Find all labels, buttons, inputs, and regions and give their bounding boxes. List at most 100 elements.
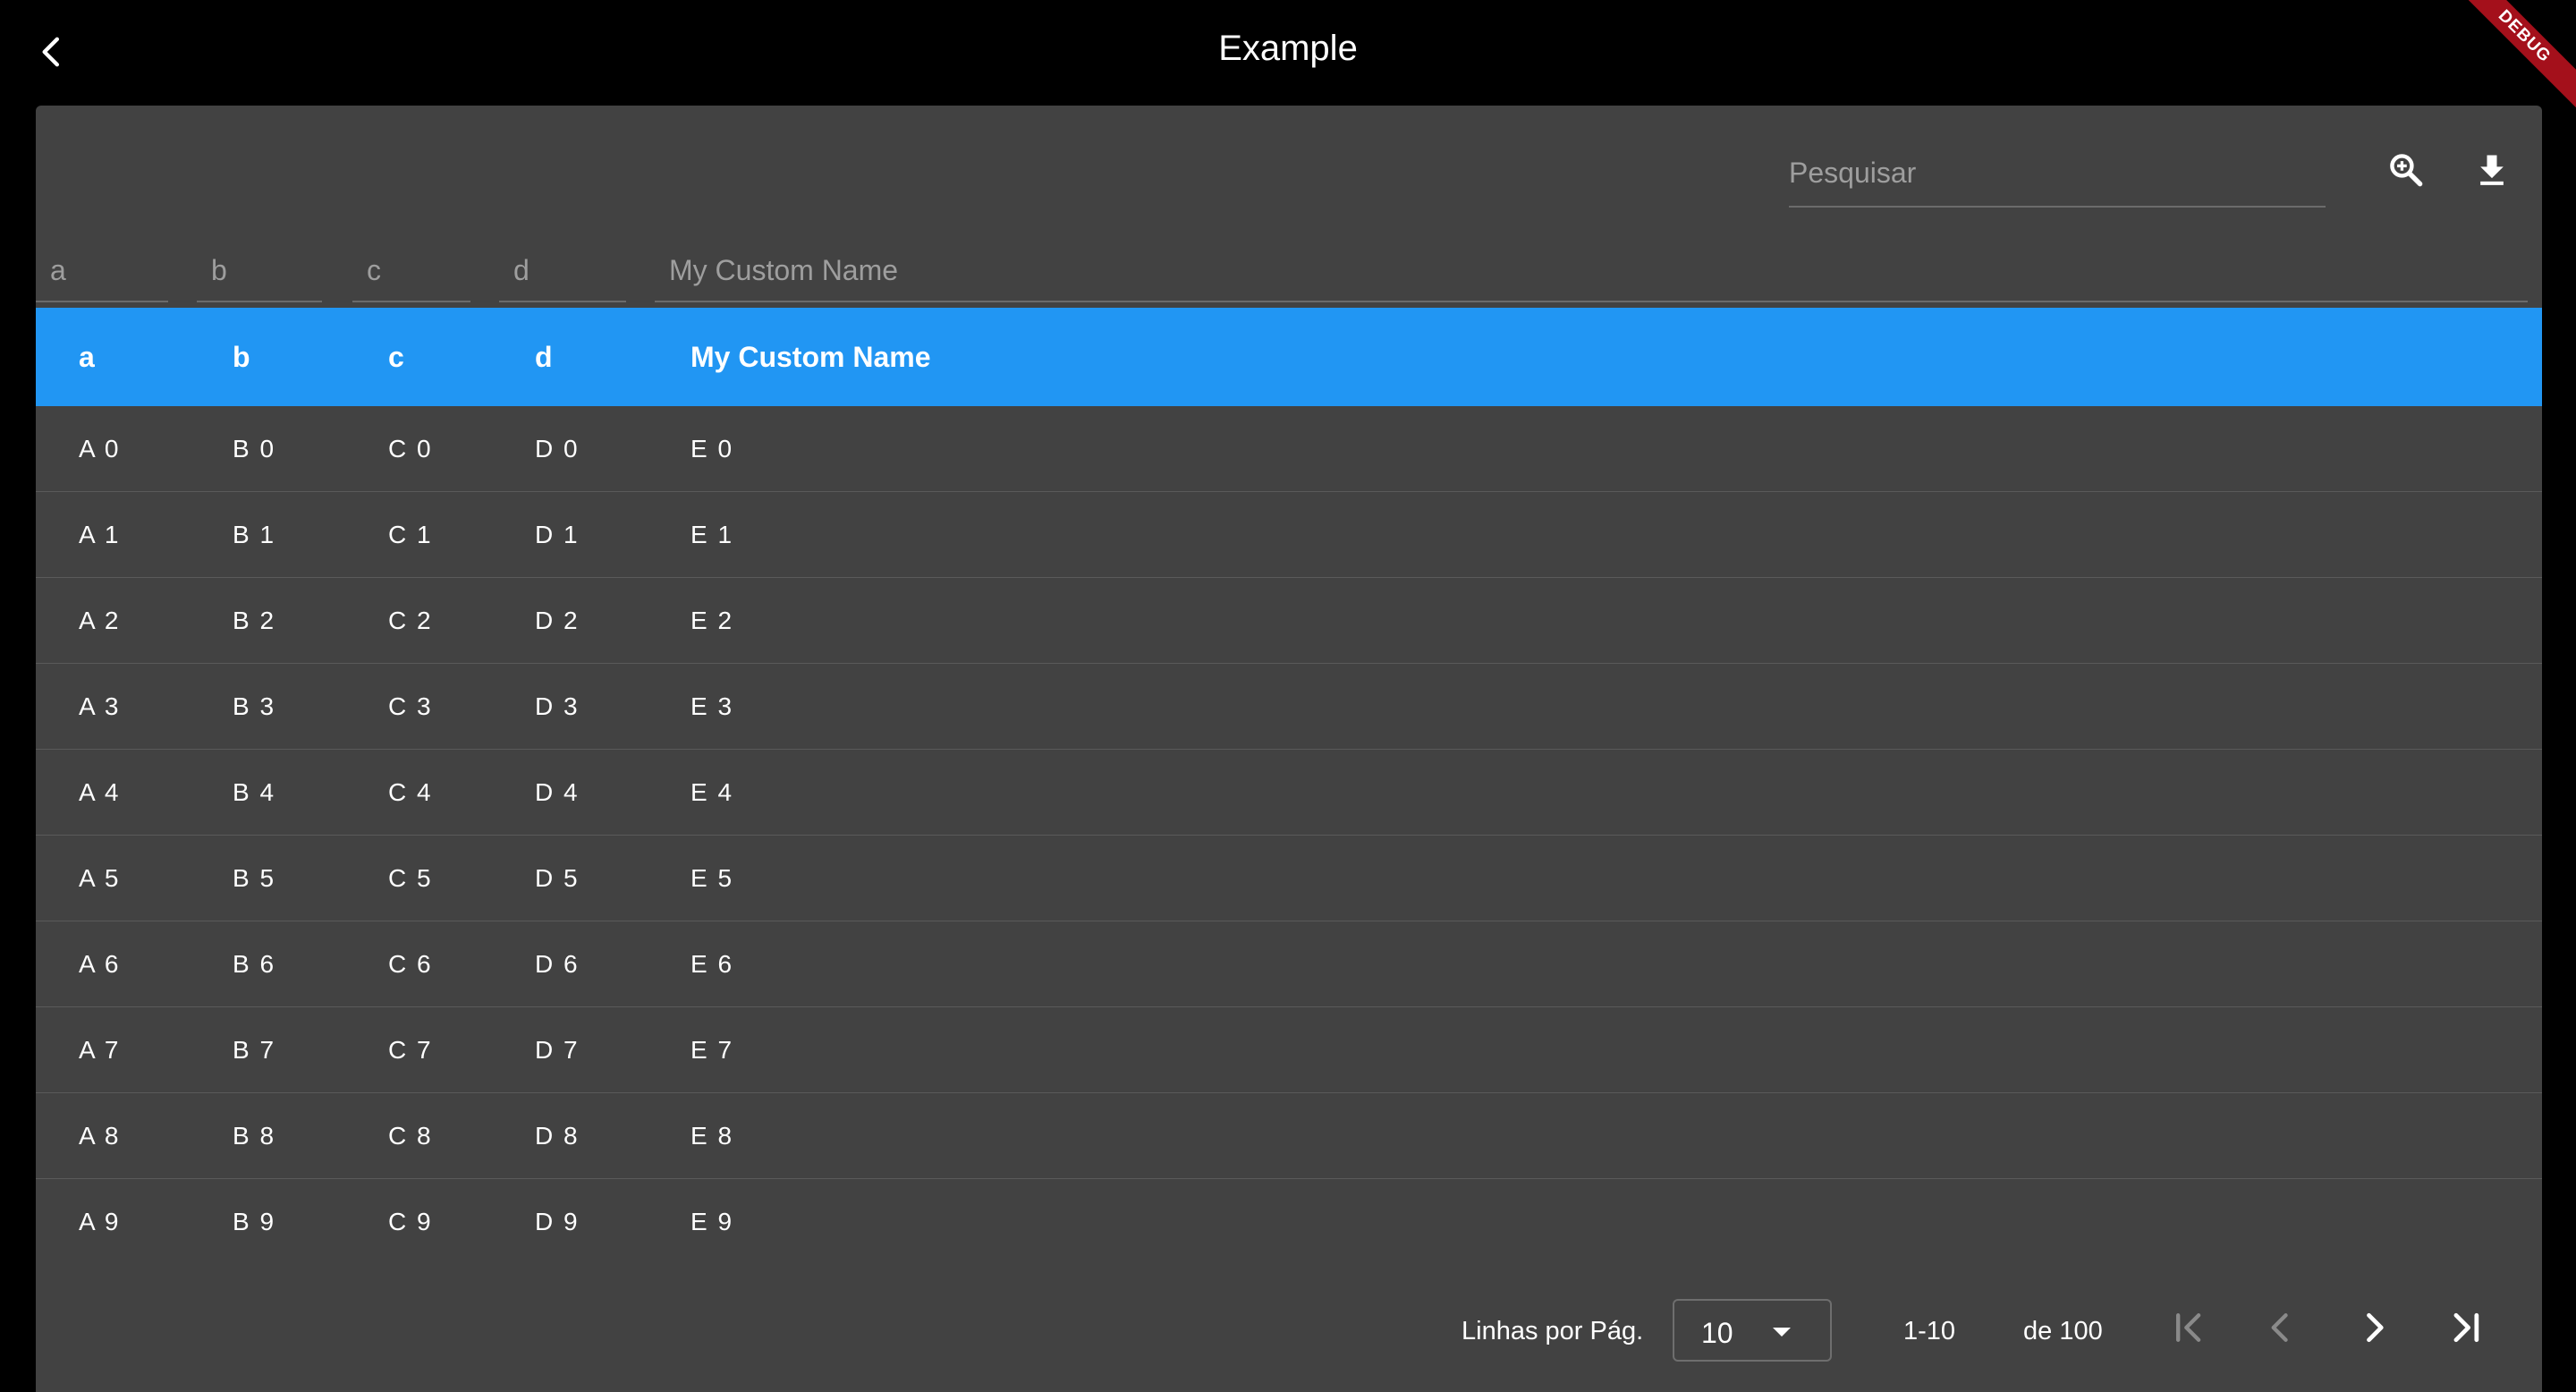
rows-per-page-label: Linhas por Pág.	[1462, 1317, 1644, 1345]
table-cell: A 1	[79, 521, 121, 548]
table-cell: D 8	[535, 1122, 580, 1150]
table-row[interactable]: A 9 B 9 C 9 D 9 E 9	[36, 1179, 2542, 1265]
table-cell: A 9	[79, 1208, 121, 1235]
table-cell: C 7	[388, 1036, 433, 1064]
last-page-button[interactable]	[2433, 1295, 2497, 1360]
table-cell: E 0	[691, 435, 734, 463]
first-page-icon	[2175, 1313, 2201, 1342]
table-row[interactable]: A 5 B 5 C 5 D 5 E 5	[36, 836, 2542, 921]
table-cell: A 4	[79, 778, 121, 806]
table-cell: B 0	[233, 435, 276, 463]
column-header-b[interactable]: b	[233, 308, 250, 406]
table-cell: B 3	[233, 692, 276, 720]
table-cell: E 7	[691, 1036, 734, 1064]
table-row[interactable]: A 3 B 3 C 3 D 3 E 3	[36, 664, 2542, 750]
table-cell: B 2	[233, 607, 276, 634]
table-row[interactable]: A 4 B 4 C 4 D 4 E 4	[36, 750, 2542, 836]
table-cell: C 6	[388, 950, 433, 978]
table-cell: A 3	[79, 692, 121, 720]
table-cell: A 5	[79, 864, 121, 892]
search-input[interactable]	[1789, 141, 2326, 204]
page-title: Example	[1218, 28, 1358, 68]
chevron-left-icon	[2271, 1313, 2288, 1342]
table-cell: D 0	[535, 435, 580, 463]
table-row[interactable]: A 7 B 7 C 7 D 7 E 7	[36, 1007, 2542, 1093]
table-cell: E 4	[691, 778, 734, 806]
table-row[interactable]: A 1 B 1 C 1 D 1 E 1	[36, 492, 2542, 578]
total-count: de 100	[2023, 1317, 2103, 1345]
download-icon	[2480, 155, 2504, 185]
pagination-bar: Linhas por Pág. 10 1-10 de 100	[36, 1260, 2542, 1392]
caret-down-icon	[1773, 1328, 1791, 1337]
search-button[interactable]	[2374, 138, 2438, 202]
table-cell: D 9	[535, 1208, 580, 1235]
page-range: 1-10	[1903, 1317, 1956, 1345]
download-button[interactable]	[2460, 138, 2524, 202]
data-table-card: a b c d My Custom Name A 0 B 0 C 0 D 0 E…	[36, 106, 2542, 1392]
table-cell: D 2	[535, 607, 580, 634]
table-cell: B 1	[233, 521, 276, 548]
table-body: A 0 B 0 C 0 D 0 E 0 A 1 B 1 C 1 D 1 E 1 …	[36, 406, 2542, 1265]
table-cell: C 9	[388, 1208, 433, 1235]
filter-d	[499, 242, 626, 302]
first-page-button[interactable]	[2157, 1295, 2222, 1360]
table-row[interactable]: A 2 B 2 C 2 D 2 E 2	[36, 578, 2542, 664]
table-cell: B 5	[233, 864, 276, 892]
table-row[interactable]: A 6 B 6 C 6 D 6 E 6	[36, 921, 2542, 1007]
filter-custom-name	[655, 242, 2528, 302]
table-cell: B 6	[233, 950, 276, 978]
table-cell: C 5	[388, 864, 433, 892]
filter-input-custom-name[interactable]	[655, 242, 2528, 299]
table-cell: A 0	[79, 435, 121, 463]
app-bar: Example DEBUG	[0, 0, 2576, 107]
table-cell: B 9	[233, 1208, 276, 1235]
table-cell: E 2	[691, 607, 734, 634]
rows-per-page-value: 10	[1701, 1317, 1733, 1349]
table-cell: C 3	[388, 692, 433, 720]
table-cell: B 4	[233, 778, 276, 806]
next-page-button[interactable]	[2342, 1295, 2406, 1360]
table-cell: E 6	[691, 950, 734, 978]
filter-b	[197, 242, 322, 302]
filter-input-a[interactable]	[36, 242, 168, 299]
filter-input-b[interactable]	[197, 242, 322, 299]
table-cell: C 0	[388, 435, 433, 463]
filter-input-d[interactable]	[499, 242, 626, 299]
table-cell: A 8	[79, 1122, 121, 1150]
table-cell: A 2	[79, 607, 121, 634]
column-header-d[interactable]: d	[535, 308, 553, 406]
debug-banner: DEBUG	[2469, 0, 2576, 107]
column-header-c[interactable]: c	[388, 308, 404, 406]
table-cell: E 9	[691, 1208, 734, 1235]
table-cell: D 3	[535, 692, 580, 720]
search-field	[1789, 141, 2326, 208]
column-header-a[interactable]: a	[79, 308, 95, 406]
filter-input-c[interactable]	[352, 242, 470, 299]
table-cell: E 8	[691, 1122, 734, 1150]
table-header: a b c d My Custom Name	[36, 308, 2542, 406]
table-cell: B 8	[233, 1122, 276, 1150]
table-cell: C 4	[388, 778, 433, 806]
table-cell: A 6	[79, 950, 121, 978]
chevron-right-icon	[2367, 1312, 2384, 1343]
column-header-custom-name[interactable]: My Custom Name	[691, 308, 931, 406]
table-cell: D 6	[535, 950, 580, 978]
filter-a	[36, 242, 168, 302]
rows-per-page-select[interactable]: 10	[1673, 1299, 1832, 1362]
table-cell: E 5	[691, 864, 734, 892]
filter-c	[352, 242, 470, 302]
table-row[interactable]: A 8 B 8 C 8 D 8 E 8	[36, 1093, 2542, 1179]
table-cell: C 2	[388, 607, 433, 634]
zoom-in-icon	[2390, 154, 2423, 187]
table-cell: D 4	[535, 778, 580, 806]
table-cell: C 1	[388, 521, 433, 548]
table-cell: D 1	[535, 521, 580, 548]
previous-page-button[interactable]	[2249, 1295, 2313, 1360]
last-page-icon	[2453, 1312, 2479, 1343]
table-row[interactable]: A 0 B 0 C 0 D 0 E 0	[36, 406, 2542, 492]
table-cell: D 5	[535, 864, 580, 892]
table-cell: A 7	[79, 1036, 121, 1064]
table-cell: D 7	[535, 1036, 580, 1064]
app-window: Example DEBUG Pesquisar a b c d My Custo…	[0, 0, 2576, 1392]
table-cell: B 7	[233, 1036, 276, 1064]
